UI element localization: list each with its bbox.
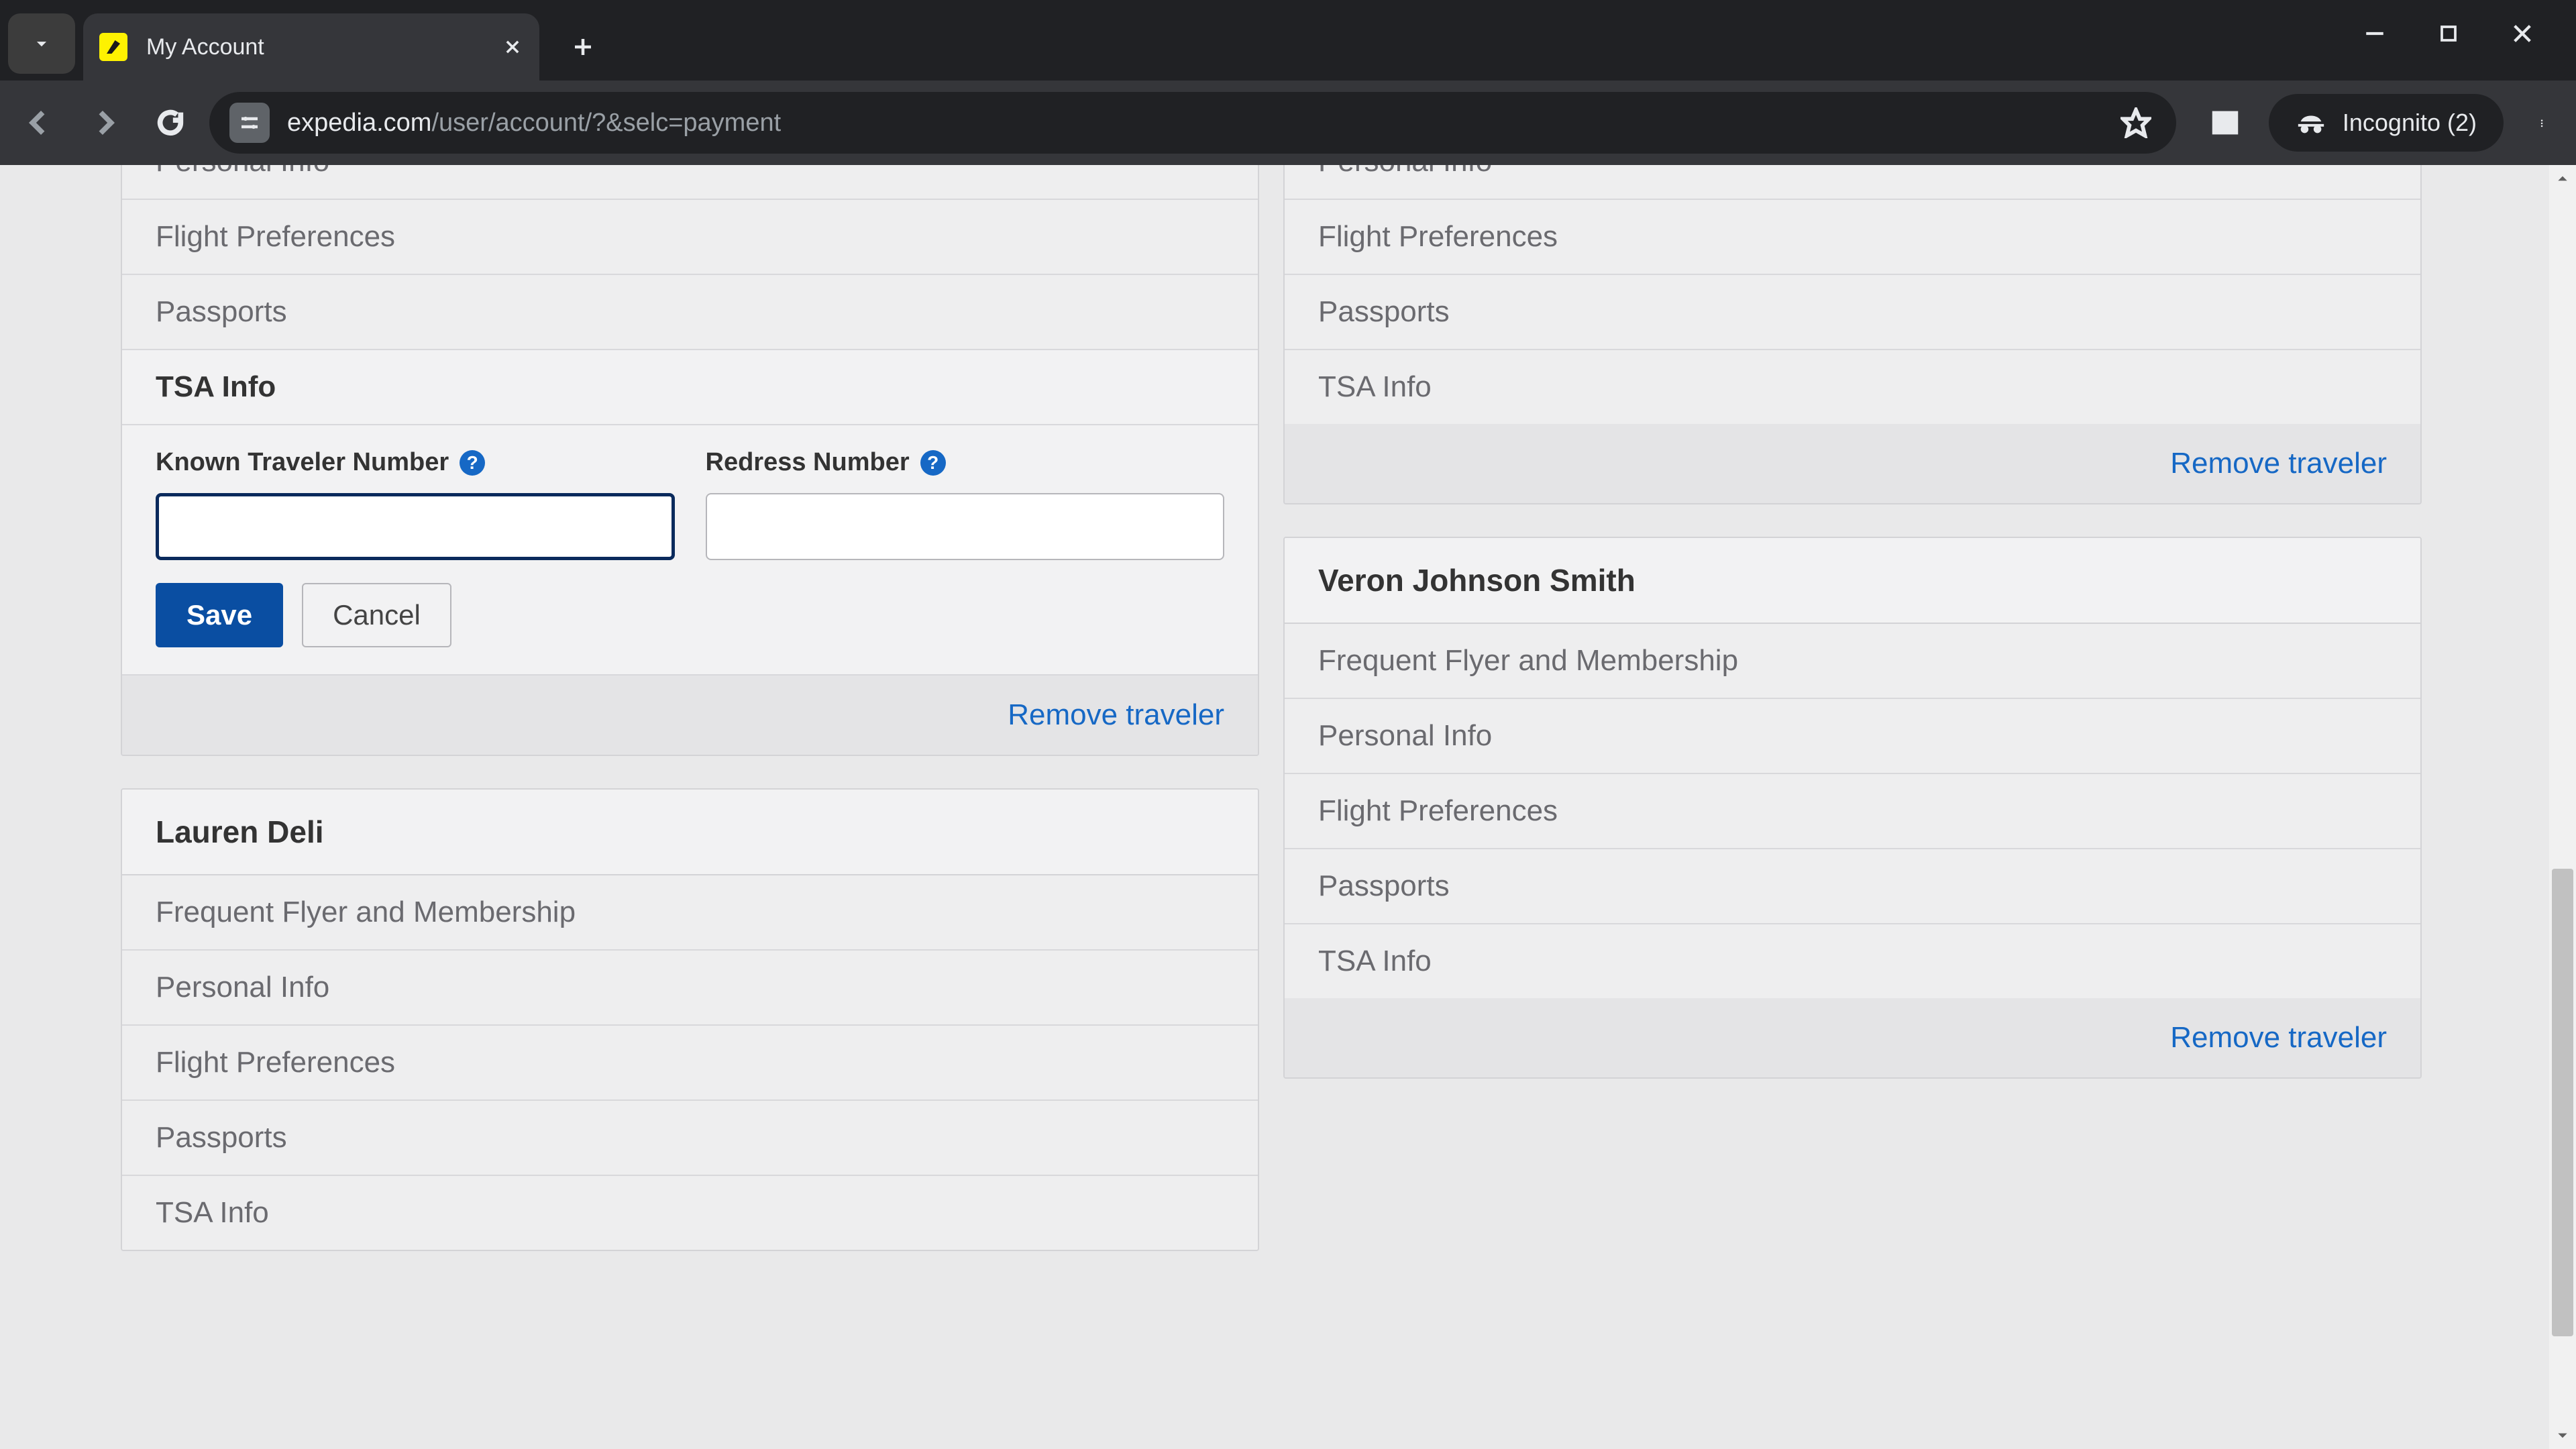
traveler-name: Veron Johnson Smith <box>1285 538 2420 624</box>
section-tsa-info[interactable]: TSA Info <box>122 1176 1258 1250</box>
section-flight-prefs[interactable]: Flight Preferences <box>1285 774 2420 849</box>
ktn-help-icon[interactable]: ? <box>460 450 485 476</box>
scroll-down-icon[interactable] <box>2549 1422 2576 1449</box>
window-minimize-button[interactable] <box>2361 20 2388 47</box>
section-personal-info[interactable]: Personal Info <box>1285 699 2420 774</box>
traveler-card: Personal Info Flight Preferences Passpor… <box>121 165 1259 756</box>
remove-traveler-link[interactable]: Remove traveler <box>2170 447 2387 480</box>
redress-label: Redress Number ? <box>706 448 1225 477</box>
chrome-menu-icon[interactable] <box>2524 103 2564 143</box>
traveler-card-lauren: Lauren Deli Frequent Flyer and Membershi… <box>121 788 1259 1251</box>
vertical-scrollbar[interactable] <box>2549 165 2576 1449</box>
remove-traveler-link[interactable]: Remove traveler <box>1008 698 1224 731</box>
traveler-card: Personal Info Flight Preferences Passpor… <box>1283 165 2422 504</box>
scroll-up-icon[interactable] <box>2549 165 2576 192</box>
incognito-indicator[interactable]: Incognito (2) <box>2269 94 2504 152</box>
browser-titlebar: My Account <box>0 0 2576 80</box>
browser-toolbar: expedia.com/user/account/?&selc=payment … <box>0 80 2576 165</box>
url-text: expedia.com/user/account/?&selc=payment <box>287 109 2098 138</box>
section-flight-prefs[interactable]: Flight Preferences <box>122 1026 1258 1101</box>
redress-input[interactable] <box>706 493 1225 560</box>
traveler-name: Lauren Deli <box>122 790 1258 875</box>
url-host: expedia.com <box>287 109 431 137</box>
nav-reload-button[interactable] <box>144 96 197 150</box>
tab-title: My Account <box>146 34 502 60</box>
expedia-favicon <box>99 33 127 61</box>
section-personal-info[interactable]: Personal Info <box>122 165 1258 200</box>
cancel-button[interactable]: Cancel <box>302 583 451 647</box>
redress-help-icon[interactable]: ? <box>920 450 946 476</box>
section-ffm[interactable]: Frequent Flyer and Membership <box>1285 624 2420 699</box>
card-footer: Remove traveler <box>122 676 1258 755</box>
card-footer: Remove traveler <box>1285 998 2420 1077</box>
section-ffm[interactable]: Frequent Flyer and Membership <box>122 875 1258 951</box>
section-passports[interactable]: Passports <box>122 1101 1258 1176</box>
tsa-info-panel: Known Traveler Number ? Redress Number ? <box>122 425 1258 676</box>
nav-back-button[interactable] <box>12 96 66 150</box>
section-personal-info[interactable]: Personal Info <box>122 951 1258 1026</box>
ktn-label-text: Known Traveler Number <box>156 448 449 477</box>
site-settings-icon[interactable] <box>229 103 270 143</box>
window-controls <box>2361 0 2576 67</box>
section-flight-prefs[interactable]: Flight Preferences <box>122 200 1258 275</box>
section-passports[interactable]: Passports <box>1285 275 2420 350</box>
tab-search-button[interactable] <box>8 13 75 74</box>
remove-traveler-link[interactable]: Remove traveler <box>2170 1021 2387 1054</box>
browser-tab[interactable]: My Account <box>83 13 539 80</box>
nav-forward-button[interactable] <box>78 96 131 150</box>
section-passports[interactable]: Passports <box>1285 849 2420 924</box>
url-path: /user/account/?&selc=payment <box>431 109 781 137</box>
section-tsa-info[interactable]: TSA Info <box>122 350 1258 425</box>
page-viewport: Personal Info Flight Preferences Passpor… <box>0 165 2576 1449</box>
traveler-card-veron: Veron Johnson Smith Frequent Flyer and M… <box>1283 537 2422 1079</box>
bookmark-star-icon[interactable] <box>2116 103 2156 143</box>
section-passports[interactable]: Passports <box>122 275 1258 350</box>
ktn-label: Known Traveler Number ? <box>156 448 675 477</box>
redress-label-text: Redress Number <box>706 448 910 477</box>
window-close-button[interactable] <box>2509 20 2536 47</box>
scrollbar-track[interactable] <box>2549 192 2576 1422</box>
side-panel-icon[interactable] <box>2202 99 2249 146</box>
address-bar[interactable]: expedia.com/user/account/?&selc=payment <box>209 92 2176 154</box>
incognito-label: Incognito (2) <box>2343 109 2477 137</box>
section-tsa-info[interactable]: TSA Info <box>1285 350 2420 424</box>
scrollbar-thumb[interactable] <box>2552 869 2573 1336</box>
new-tab-button[interactable] <box>559 23 606 70</box>
section-personal-info[interactable]: Personal Info <box>1285 165 2420 200</box>
tab-close-icon[interactable] <box>502 36 523 58</box>
card-footer: Remove traveler <box>1285 424 2420 503</box>
ktn-input[interactable] <box>156 493 675 560</box>
section-tsa-info[interactable]: TSA Info <box>1285 924 2420 998</box>
window-maximize-button[interactable] <box>2435 20 2462 47</box>
section-flight-prefs[interactable]: Flight Preferences <box>1285 200 2420 275</box>
save-button[interactable]: Save <box>156 583 283 647</box>
